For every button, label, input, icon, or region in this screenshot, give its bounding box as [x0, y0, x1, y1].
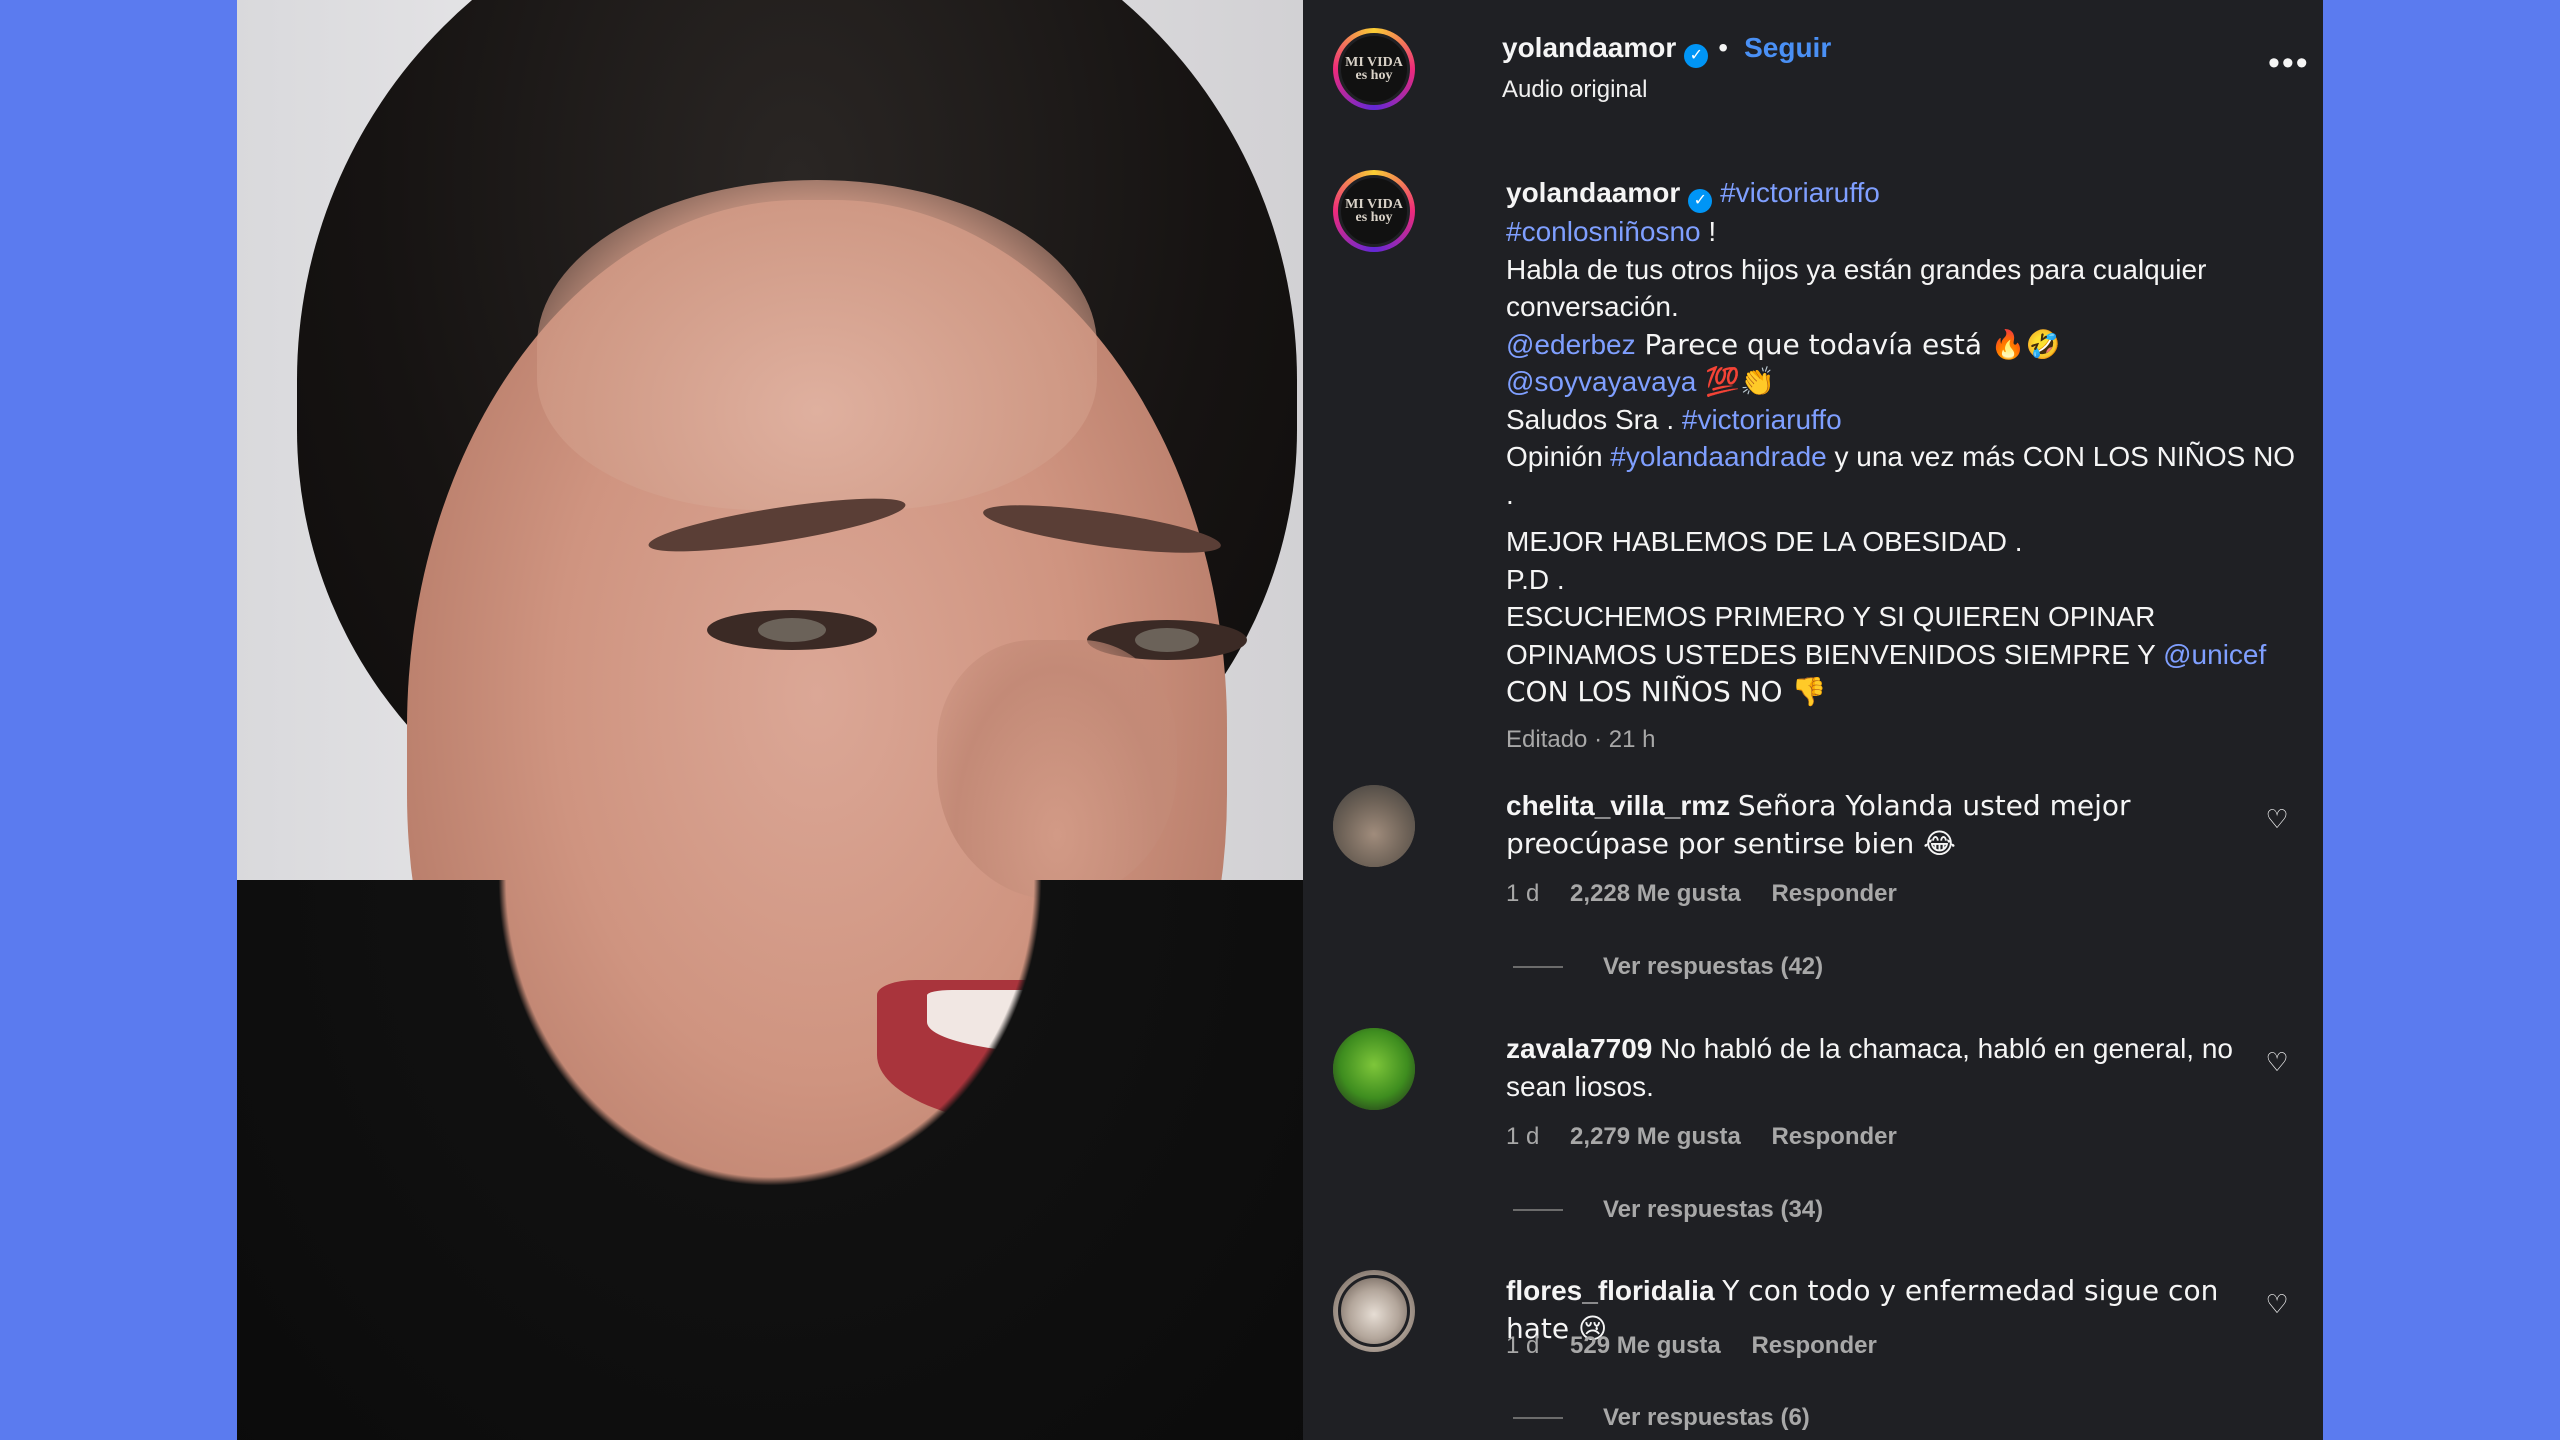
caption-line-soyvayavaya: 💯👏 — [1696, 365, 1775, 398]
caption-line-ederbez: Parece que todavía está 🔥🤣 — [1635, 327, 2061, 361]
comment-actions: 1 d 2,279 Me gusta Responder — [1506, 1123, 1921, 1151]
comment-likes[interactable]: 2,228 Me gusta — [1570, 880, 1741, 907]
caption-ending: CON LOS NIÑOS NO 👎 — [1506, 675, 1827, 708]
instagram-post: MI VIDA es hoy yolandaamor ✓ • Seguir Audio… — [237, 0, 2323, 1440]
portrait-nose — [937, 640, 1177, 900]
comment-actions: 1 d 2,228 Me gusta Responder — [1506, 880, 1921, 908]
caption-opinion-prefix: Opinión — [1506, 441, 1611, 472]
commenter-avatar-image — [1333, 785, 1415, 867]
like-heart-icon[interactable]: ♡ — [2263, 1048, 2291, 1076]
caption-saludos: Saludos Sra . — [1506, 403, 1682, 435]
caption-avatar[interactable]: MI VIDA es hoy — [1333, 170, 1415, 252]
comment-time[interactable]: 1 d — [1506, 1332, 1539, 1359]
hashtag-yolandaandrade[interactable]: #yolandaandrade — [1610, 441, 1826, 472]
commenter-avatar-image — [1338, 1275, 1410, 1347]
comment-likes[interactable]: 529 Me gusta — [1570, 1332, 1721, 1359]
caption-dot-line: . — [1506, 478, 1514, 510]
caption-opinion-suffix: y una vez más CON LOS NIÑOS NO — [1826, 441, 2296, 472]
view-replies-button[interactable]: Ver respuestas (6) — [1513, 1404, 1810, 1432]
author-avatar-logo: MI VIDA es hoy — [1338, 33, 1410, 105]
header-separator: • — [1718, 32, 1729, 63]
comment-time[interactable]: 1 d — [1506, 880, 1539, 907]
comment-username[interactable]: chelita_villa_rmz — [1506, 790, 1730, 821]
portrait-eye-left — [707, 610, 877, 650]
caption-avatar-logo: MI VIDA es hoy — [1338, 175, 1410, 247]
view-replies-label: Ver respuestas (6) — [1603, 1404, 1810, 1431]
header-username[interactable]: yolandaamor — [1502, 32, 1676, 63]
view-replies-label: Ver respuestas (42) — [1603, 953, 1824, 980]
author-avatar[interactable]: MI VIDA es hoy — [1333, 28, 1415, 110]
view-replies-button[interactable]: Ver respuestas (34) — [1513, 1196, 1823, 1224]
commenter-avatar[interactable] — [1333, 785, 1415, 867]
comment-text: chelita_villa_rmz Señora Yolanda usted m… — [1506, 787, 2266, 862]
comment-username[interactable]: flores_floridalia — [1506, 1275, 1715, 1306]
verified-badge-icon: ✓ — [1684, 44, 1709, 68]
post-side-panel: MI VIDA es hoy yolandaamor ✓ • Seguir Audio… — [1303, 0, 2323, 1440]
post-image[interactable] — [237, 0, 1303, 1440]
comment-likes[interactable]: 2,279 Me gusta — [1570, 1123, 1741, 1150]
view-replies-label: Ver respuestas (34) — [1603, 1196, 1824, 1223]
comment-actions: 1 d 529 Me gusta Responder — [1506, 1332, 1901, 1360]
hashtag-victoriaruffo[interactable]: #victoriaruffo — [1720, 177, 1880, 208]
reply-button[interactable]: Responder — [1751, 1332, 1876, 1359]
hashtag-victoriaruffo-2[interactable]: #victoriaruffo — [1682, 404, 1842, 435]
hashtag-conlosninosno[interactable]: #conlosniñosno — [1506, 216, 1701, 247]
commenter-avatar[interactable] — [1333, 1028, 1415, 1110]
like-heart-icon[interactable]: ♡ — [2263, 805, 2291, 833]
verified-badge-icon: ✓ — [1688, 189, 1713, 213]
commenter-avatar-image — [1333, 1028, 1415, 1110]
caption-exclamation: ! — [1700, 216, 1717, 247]
caption-meta: Editado · 21 h — [1506, 725, 1656, 753]
post-header: MI VIDA es hoy yolandaamor ✓ • Seguir Audio… — [1303, 0, 2323, 140]
mention-soyvayavaya[interactable]: @soyvayavaya — [1506, 366, 1696, 397]
more-options-icon[interactable]: ••• — [2268, 44, 2310, 83]
replies-divider — [1513, 1417, 1563, 1419]
mention-unicef[interactable]: @unicef — [2163, 639, 2266, 670]
like-heart-icon[interactable]: ♡ — [2263, 1290, 2291, 1318]
header-user-line: yolandaamor ✓ • Seguir — [1502, 32, 1831, 68]
caption-line-1: Habla de tus otros hijos ya están grande… — [1506, 253, 2207, 323]
audio-original-link[interactable]: Audio original — [1502, 76, 1647, 104]
replies-divider — [1513, 1209, 1563, 1211]
caption-pd: P.D . — [1506, 563, 1565, 595]
portrait-forehead — [537, 180, 1097, 510]
portrait-coat — [237, 880, 1303, 1440]
comment-time[interactable]: 1 d — [1506, 1123, 1539, 1150]
caption-mejor: MEJOR HABLEMOS DE LA OBESIDAD . — [1506, 526, 2023, 557]
comment-text: zavala7709 No habló de la chamaca, habló… — [1506, 1030, 2266, 1105]
commenter-avatar[interactable] — [1333, 1270, 1415, 1352]
view-replies-button[interactable]: Ver respuestas (42) — [1513, 953, 1823, 981]
follow-button[interactable]: Seguir — [1744, 32, 1831, 63]
comment-username[interactable]: zavala7709 — [1506, 1033, 1652, 1064]
caption-username[interactable]: yolandaamor — [1506, 177, 1680, 208]
reply-button[interactable]: Responder — [1771, 1123, 1896, 1150]
mention-ederbez[interactable]: @ederbez — [1506, 329, 1636, 360]
reply-button[interactable]: Responder — [1771, 880, 1896, 907]
caption-escuchemos: ESCUCHEMOS PRIMERO Y SI QUIEREN OPINAR O… — [1506, 601, 2164, 670]
caption-body: yolandaamor ✓ #victoriaruffo #conlosniños… — [1506, 174, 2306, 758]
replies-divider — [1513, 966, 1563, 968]
